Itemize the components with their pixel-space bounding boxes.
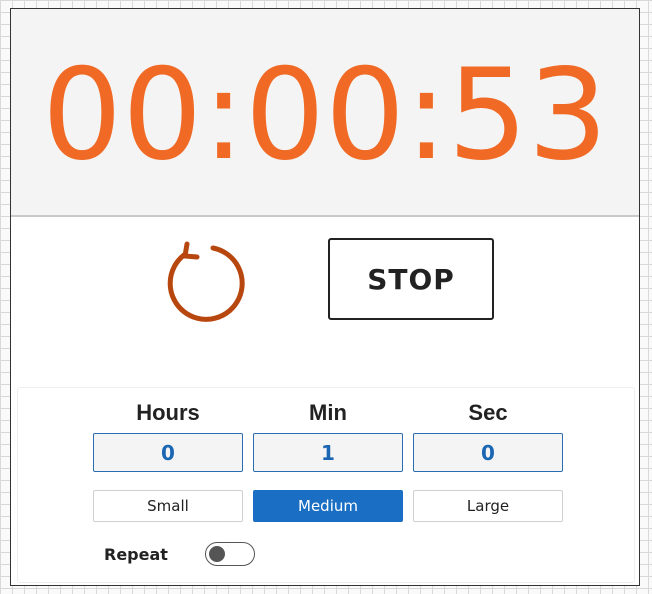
min-label: Min [309,400,347,425]
timer-window: 00:00:53 STOP Hours Min Sec 0 1 0 Small … [10,8,640,586]
timer-panel: 00:00:53 [11,9,639,217]
size-medium-button[interactable]: Medium [253,490,403,522]
hours-input[interactable]: 0 [93,433,243,472]
sec-input[interactable]: 0 [413,433,563,472]
hours-label: Hours [136,400,200,425]
repeat-toggle[interactable] [205,542,255,566]
reset-button[interactable] [159,233,249,323]
settings-panel: Hours Min Sec 0 1 0 Small Medium Large R… [17,387,635,583]
sec-label: Sec [468,400,508,425]
min-input[interactable]: 1 [253,433,403,472]
size-large-button[interactable]: Large [413,490,563,522]
timer-display: 00:00:53 [42,41,608,188]
size-small-button[interactable]: Small [93,490,243,522]
toggle-knob [209,546,225,562]
stop-button[interactable]: STOP [328,238,494,320]
reset-icon [167,241,245,322]
repeat-label: Repeat [104,545,168,564]
